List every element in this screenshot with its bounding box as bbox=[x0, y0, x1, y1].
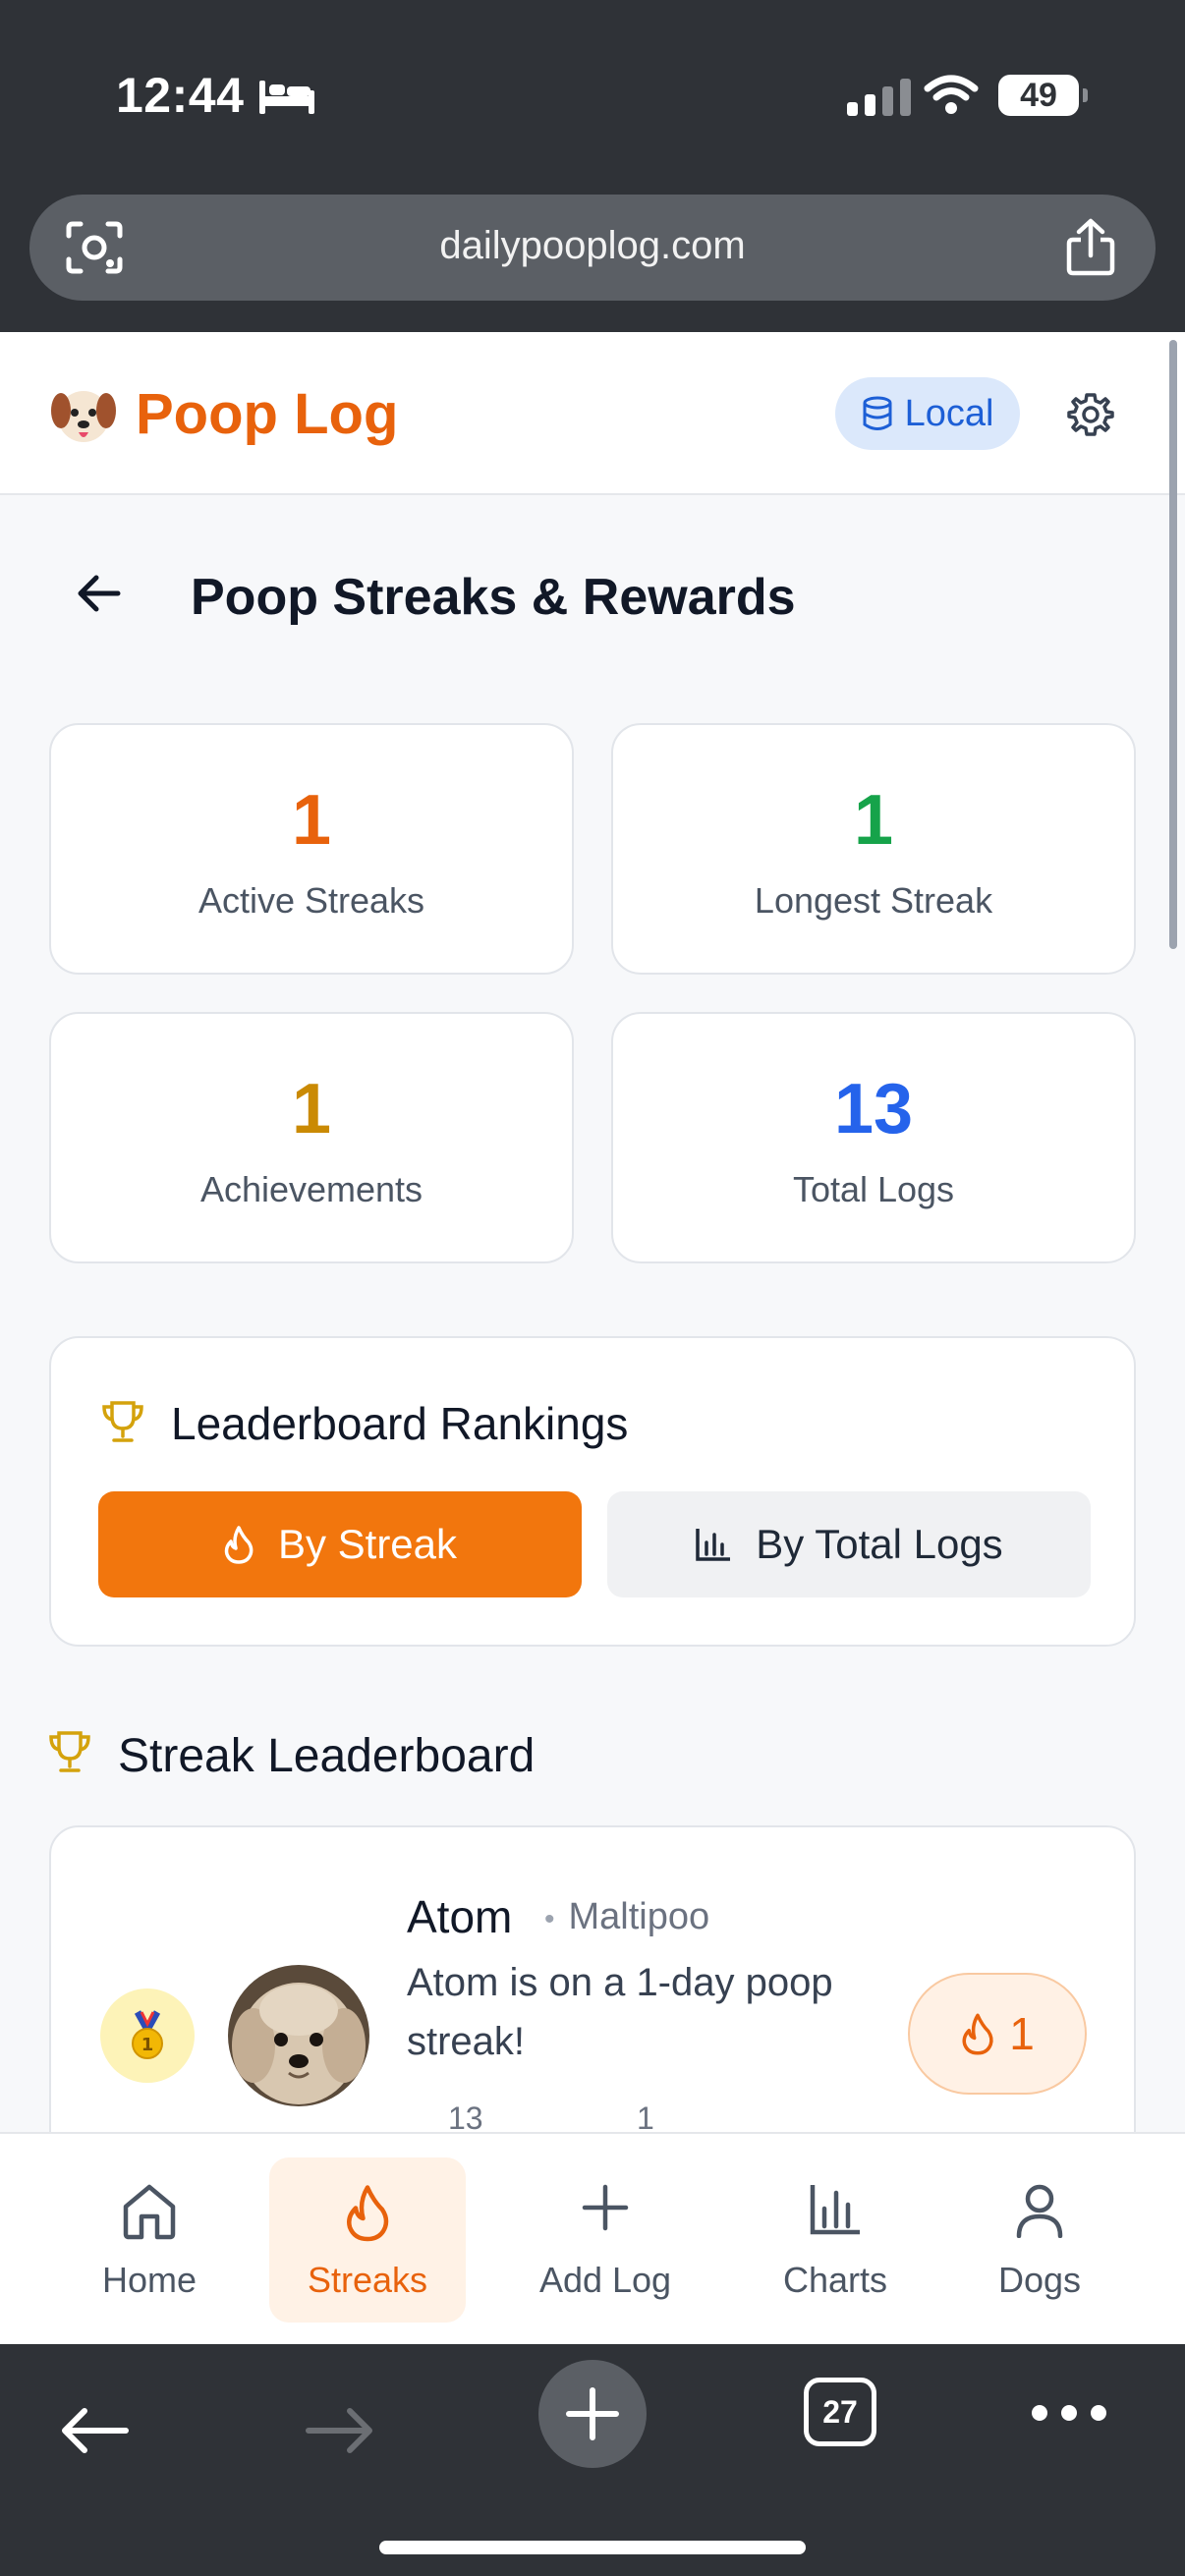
stat-label: Longest Streak bbox=[754, 880, 993, 921]
back-arrow-icon[interactable] bbox=[75, 570, 122, 617]
trophy-icon bbox=[102, 1401, 143, 1442]
storage-mode-badge[interactable]: Local bbox=[835, 377, 1020, 450]
plus-icon bbox=[566, 2387, 619, 2440]
dog-breed: Maltipoo bbox=[544, 1896, 710, 1938]
nav-label-add-log: Add Log bbox=[538, 2260, 672, 2300]
by-streak-label: By Streak bbox=[277, 1521, 458, 1567]
stat-card-achievements: 1 Achievements bbox=[49, 1012, 574, 1263]
share-icon[interactable] bbox=[1065, 218, 1116, 277]
stat-value: 1 bbox=[291, 781, 332, 860]
leaderboard-rankings-card: Leaderboard Rankings By Streak By Total … bbox=[49, 1336, 1136, 1647]
nav-item-charts[interactable]: Charts bbox=[737, 2157, 933, 2323]
app-header: Poop Log Local bbox=[0, 332, 1185, 495]
streak-leaderboard-title: Streak Leaderboard bbox=[118, 1730, 536, 1782]
nav-label-dogs: Dogs bbox=[997, 2260, 1082, 2300]
stat-card-longest-streak: 1 Longest Streak bbox=[611, 723, 1136, 975]
streak-message: Atom is on a 1-day poop streak! bbox=[407, 1961, 833, 2063]
nav-label-streaks: Streaks bbox=[307, 2260, 428, 2300]
gear-icon[interactable] bbox=[1067, 391, 1114, 438]
by-total-logs-label: By Total Logs bbox=[756, 1521, 1003, 1567]
nav-label-charts: Charts bbox=[782, 2260, 888, 2300]
stat-card-total-logs: 13 Total Logs bbox=[611, 1012, 1136, 1263]
gold-medal-icon: 1 bbox=[100, 1988, 195, 2083]
stat-label: Total Logs bbox=[792, 1169, 955, 1209]
stat-value: 13 bbox=[833, 1070, 914, 1148]
browser-back-icon[interactable] bbox=[59, 2407, 130, 2454]
dog-avatar bbox=[228, 1965, 369, 2106]
stat-label: Achievements bbox=[199, 1169, 423, 1209]
nav-item-dogs[interactable]: Dogs bbox=[941, 2157, 1138, 2323]
by-total-logs-button[interactable]: By Total Logs bbox=[607, 1491, 1091, 1597]
new-tab-button[interactable] bbox=[538, 2360, 647, 2468]
cellular-signal-icon bbox=[847, 77, 911, 116]
browser-chrome: 12:44 49 dailypooplog.com bbox=[0, 0, 1185, 332]
sleep-mode-icon bbox=[259, 81, 314, 114]
nav-item-add-log[interactable]: Add Log bbox=[507, 2157, 704, 2323]
database-icon bbox=[863, 396, 892, 430]
stat-value: 1 bbox=[291, 1070, 332, 1148]
app-title[interactable]: Poop Log bbox=[136, 381, 398, 447]
stat-card-active-streaks: 1 Active Streaks bbox=[49, 723, 574, 975]
flame-icon bbox=[962, 2013, 993, 2055]
page-title: Poop Streaks & Rewards bbox=[191, 569, 796, 626]
user-icon bbox=[1016, 2184, 1063, 2238]
by-streak-button[interactable]: By Streak bbox=[98, 1491, 582, 1597]
nav-item-streaks[interactable]: Streaks bbox=[269, 2157, 466, 2323]
streak-count: 1 bbox=[1009, 2008, 1035, 2059]
stat-value: 1 bbox=[853, 781, 894, 860]
tab-count-button[interactable]: 27 bbox=[804, 2378, 876, 2446]
stat-label: Active Streaks bbox=[198, 880, 425, 921]
svg-text:1: 1 bbox=[141, 2035, 154, 2055]
battery-indicator: 49 bbox=[998, 75, 1088, 116]
url-text[interactable]: dailypooplog.com bbox=[29, 224, 1156, 268]
scrollbar[interactable] bbox=[1169, 340, 1177, 949]
address-bar[interactable]: dailypooplog.com bbox=[29, 195, 1156, 301]
dog-name: Atom bbox=[407, 1891, 513, 1942]
plus-icon bbox=[582, 2184, 629, 2231]
nav-item-home[interactable]: Home bbox=[51, 2157, 248, 2323]
rankings-title: Leaderboard Rankings bbox=[171, 1398, 629, 1449]
storage-mode-label: Local bbox=[904, 392, 994, 434]
flame-icon bbox=[224, 1526, 254, 1564]
home-indicator bbox=[379, 2541, 806, 2554]
trophy-icon bbox=[49, 1731, 90, 1772]
nav-label-home: Home bbox=[101, 2260, 198, 2300]
browser-forward-icon[interactable] bbox=[305, 2407, 375, 2454]
bar-chart-icon bbox=[810, 2185, 860, 2235]
browser-toolbar: 27 bbox=[0, 2344, 1185, 2576]
wifi-icon bbox=[924, 75, 979, 114]
home-icon bbox=[123, 2184, 176, 2240]
more-menu-icon[interactable] bbox=[1032, 2405, 1106, 2421]
bottom-navigation: Home Streaks Add Log Charts Dogs bbox=[0, 2132, 1185, 2344]
status-time: 12:44 bbox=[116, 68, 245, 123]
dog-face-icon bbox=[51, 391, 116, 442]
streak-badge: 1 bbox=[908, 1973, 1087, 2095]
flame-icon bbox=[347, 2185, 389, 2242]
bar-chart-icon bbox=[696, 1529, 731, 1561]
